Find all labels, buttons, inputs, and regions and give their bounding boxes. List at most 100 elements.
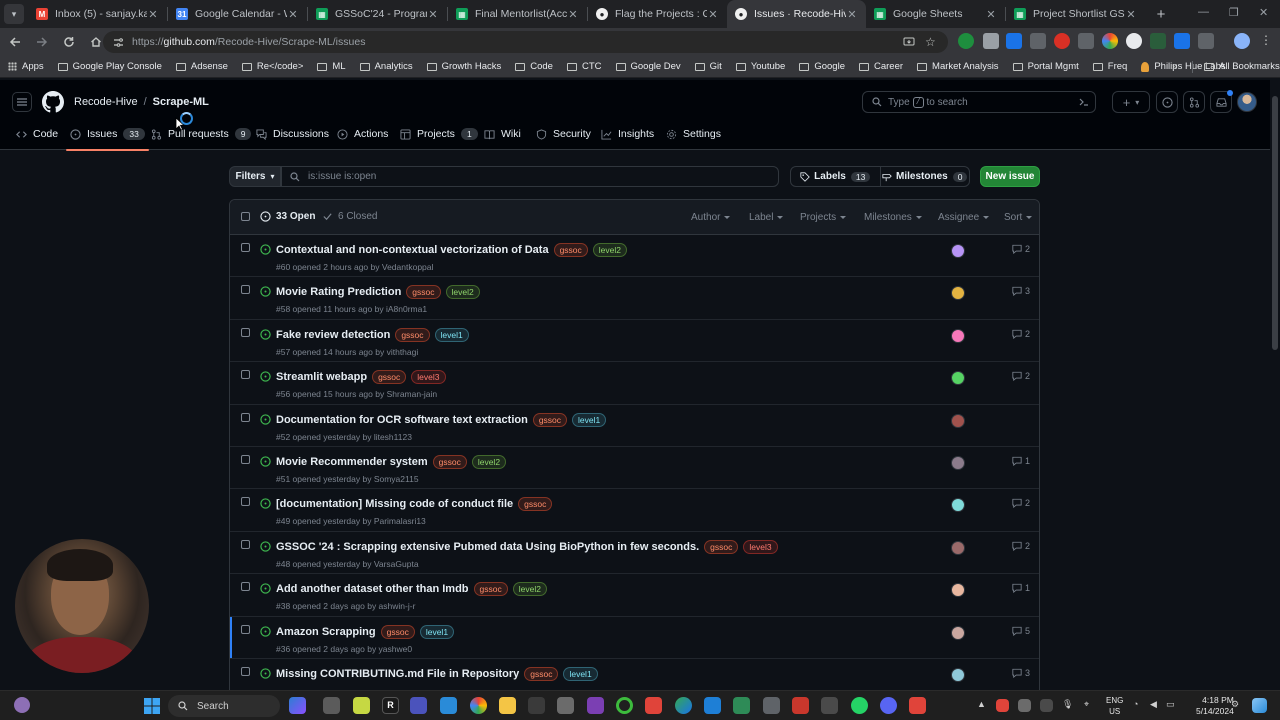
issue-label-gssoc[interactable]: gssoc <box>372 370 407 385</box>
volume-icon[interactable]: ◀ <box>1150 699 1157 710</box>
bookmark-item[interactable]: CTC <box>566 61 602 72</box>
create-new-button[interactable]: + ▾ <box>1112 91 1150 113</box>
taskbar-app-whatsapp-icon[interactable] <box>851 697 868 714</box>
tray-overflow-icon[interactable]: ▲ <box>977 699 986 709</box>
issue-label-gssoc[interactable]: gssoc <box>473 582 508 597</box>
assignee-avatar[interactable] <box>951 667 965 682</box>
issue-checkbox[interactable] <box>241 624 250 634</box>
issue-label-level3[interactable]: level3 <box>411 370 446 385</box>
taskbar-search[interactable]: Search <box>168 695 280 717</box>
extension-profile-icon[interactable] <box>1126 33 1142 49</box>
tab-issues[interactable]: Issues 33 <box>66 118 149 151</box>
bookmark-item[interactable]: Growth Hacks <box>426 61 501 72</box>
issue-label-level2[interactable]: level2 <box>512 582 547 597</box>
bookmark-item[interactable]: Youtube <box>735 61 785 72</box>
browser-tab[interactable]: ▦ GSSoC'24 - Program Man✕ <box>308 0 447 28</box>
bookmark-item[interactable]: Git <box>694 61 722 72</box>
bookmark-item[interactable]: ML <box>317 61 346 72</box>
issue-checkbox[interactable] <box>241 327 250 337</box>
open-issues-filter[interactable]: 33 Open <box>260 211 315 222</box>
assignee-avatar[interactable] <box>951 328 965 343</box>
bookmarks-overflow-icon[interactable]: » <box>1172 61 1177 72</box>
labels-button[interactable]: Labels 13 <box>791 167 880 186</box>
issue-label-gssoc[interactable]: gssoc <box>524 666 559 681</box>
projects-filter[interactable]: Projects <box>800 212 846 223</box>
address-bar[interactable]: https://github.com/Recode-Hive/Scrape-ML… <box>103 31 948 53</box>
comments-link[interactable]: 2 <box>1012 244 1030 254</box>
table-row[interactable]: Movie Rating Prediction gssoc level2 #58 op… <box>230 277 1039 320</box>
assignee-avatar[interactable] <box>951 583 965 598</box>
tab-close-icon[interactable]: ✕ <box>985 8 997 21</box>
extension-notes-icon[interactable] <box>983 33 999 49</box>
assignee-avatar[interactable] <box>951 498 965 513</box>
tab-close-icon[interactable]: ✕ <box>1125 8 1137 21</box>
widgets-icon[interactable] <box>14 697 30 713</box>
tab-close-icon[interactable]: ✕ <box>707 8 719 21</box>
search-input[interactable]: Type / to search <box>862 91 1096 113</box>
issue-title-link[interactable]: Movie Rating Prediction <box>276 286 401 298</box>
browser-menu-icon[interactable]: ⋮ <box>1260 33 1276 49</box>
taskbar-app-spotify-icon[interactable] <box>616 697 633 714</box>
issue-title-link[interactable]: Contextual and non-contextual vectorizat… <box>276 244 549 256</box>
table-row[interactable]: Movie Recommender system gssoc level2 #51 o… <box>230 447 1039 490</box>
table-row[interactable]: GSSOC '24 : Scrapping extensive Pubmed d… <box>230 532 1039 575</box>
taskbar-app-chrome-icon[interactable] <box>470 697 487 714</box>
comments-link[interactable]: 3 <box>1012 286 1030 297</box>
assignee-avatar[interactable] <box>951 455 965 470</box>
bookmark-item[interactable]: Apps <box>8 61 44 72</box>
issue-checkbox[interactable] <box>241 454 250 464</box>
issue-title-link[interactable]: [documentation] Missing code of conduct … <box>276 498 513 510</box>
assignee-avatar[interactable] <box>951 371 965 386</box>
issue-checkbox[interactable] <box>241 243 250 252</box>
table-row[interactable]: [documentation] Missing code of conduct … <box>230 489 1039 532</box>
tray-app2-icon[interactable] <box>1040 699 1053 712</box>
extension-color-icon[interactable] <box>1102 33 1118 49</box>
language-indicator[interactable]: ENG US <box>1106 695 1123 717</box>
issue-checkbox[interactable] <box>241 285 250 295</box>
browser-tab[interactable]: ● Issues · Recode-Hive/Scra✕ <box>727 0 866 28</box>
issue-checkbox[interactable] <box>241 412 250 422</box>
comments-link[interactable]: 3 <box>1012 668 1030 678</box>
profile-avatar-icon[interactable] <box>1234 33 1250 49</box>
issue-label-level3[interactable]: level3 <box>743 539 778 554</box>
tab-security[interactable]: Security <box>536 118 591 150</box>
extension-grammar-icon[interactable] <box>958 33 974 49</box>
issue-label-level1[interactable]: level1 <box>419 624 455 639</box>
extension-red-icon[interactable] <box>1054 33 1070 49</box>
browser-tab[interactable]: ▦ Project Shortlist GSSoC'2✕ <box>1006 0 1145 28</box>
bookmark-item[interactable]: Adsense <box>175 61 228 72</box>
browser-tab[interactable]: M Inbox (5) - sanjay.kanakko✕ <box>28 0 167 28</box>
minimize-icon[interactable]: — <box>1198 6 1209 18</box>
extension-s-icon[interactable] <box>1006 33 1022 49</box>
taskbar-app-explorer-icon[interactable] <box>499 697 516 714</box>
github-logo-icon[interactable] <box>42 91 64 113</box>
issue-filter-input[interactable]: is:issue is:open <box>281 166 779 187</box>
issue-checkbox[interactable] <box>241 497 250 507</box>
tab-wiki[interactable]: Wiki <box>484 118 521 150</box>
author-filter[interactable]: Author <box>691 212 730 223</box>
taskbar-app-anydesk-icon[interactable] <box>792 697 809 714</box>
taskbar-app-edge-icon[interactable] <box>675 697 692 714</box>
issue-title-link[interactable]: Documentation for OCR software text extr… <box>276 414 528 426</box>
issue-checkbox[interactable] <box>241 582 250 592</box>
comments-link[interactable]: 1 <box>1012 456 1030 466</box>
issue-checkbox[interactable] <box>241 539 250 549</box>
issue-label-gssoc[interactable]: gssoc <box>432 454 467 469</box>
wifi-icon[interactable]: ◔ <box>1133 699 1138 709</box>
microphone-icon[interactable]: 🎙 <box>1062 699 1073 710</box>
comments-link[interactable]: 5 <box>1012 626 1030 636</box>
user-avatar[interactable] <box>1237 92 1257 112</box>
milestones-button[interactable]: Milestones 0 <box>879 167 970 186</box>
comments-link[interactable]: 2 <box>1012 541 1030 551</box>
taskbar-app-outlook-icon[interactable] <box>704 697 721 714</box>
assignee-avatar[interactable] <box>951 625 965 640</box>
extensions-puzzle-icon[interactable] <box>1198 33 1214 49</box>
issue-title-link[interactable]: Movie Recommender system <box>276 456 428 468</box>
taskbar-app-s2-icon[interactable] <box>909 697 926 714</box>
issue-label-gssoc[interactable]: gssoc <box>704 539 739 554</box>
close-window-icon[interactable]: ✕ <box>1259 6 1268 19</box>
reload-icon[interactable] <box>57 30 81 54</box>
issue-label-level1[interactable]: level1 <box>563 666 598 681</box>
taskbar-app-store-icon[interactable] <box>557 697 574 714</box>
assignee-avatar[interactable] <box>951 244 965 258</box>
